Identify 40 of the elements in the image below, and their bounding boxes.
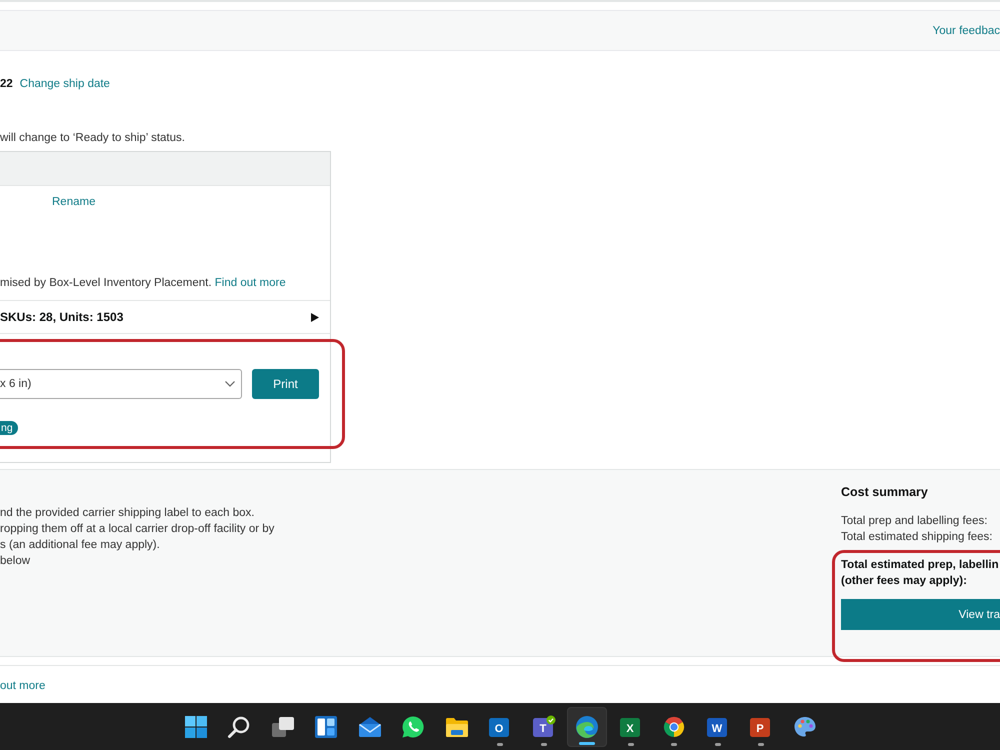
search-icon: [227, 714, 251, 738]
ship-date-text: 22: [0, 77, 13, 92]
letter-tile-icon: T: [532, 714, 556, 738]
label-size-select[interactable]: x 6 in): [0, 369, 242, 399]
contents-summary-text: SKUs: 28, Units: 1503: [0, 309, 124, 325]
find-out-more-link[interactable]: out more: [0, 680, 46, 692]
find-out-more-link[interactable]: Find out more: [214, 277, 286, 289]
instruction-text: ropping them off at a local carrier drop-off facility or by: [0, 522, 274, 537]
fee-label: Total prep and labelling fees:: [841, 514, 988, 529]
taskbar-button[interactable]: X: [610, 706, 650, 746]
panels-icon: [314, 714, 338, 738]
placement-note-text: mised by Box-Level Inventory Placement. Find out more: [0, 276, 286, 291]
taskbar-button[interactable]: T: [524, 706, 564, 746]
taskbar-button[interactable]: O: [480, 706, 520, 746]
taskbar-button[interactable]: [567, 706, 607, 746]
fees-note-text: (other fees may apply):: [841, 574, 967, 589]
chevron-down-icon: [225, 381, 235, 387]
taskbar-button[interactable]: W: [698, 706, 738, 746]
tricolor-circle-icon: [662, 714, 686, 738]
view-button[interactable]: View tra: [841, 599, 1000, 630]
overlapping-windows-icon: [270, 714, 294, 738]
print-button[interactable]: Print: [252, 369, 319, 399]
change-date-link[interactable]: Change ship date: [20, 76, 110, 92]
instruction-text: nd the provided carrier shipping label to each box.: [0, 506, 254, 521]
phone-bubble-icon: [401, 714, 425, 738]
rename-link[interactable]: Rename: [52, 196, 96, 208]
status-badge: ng: [0, 421, 18, 435]
total-fees-label: Total estimated prep, labellin: [841, 558, 999, 573]
instruction-text: below: [0, 554, 30, 569]
envelope-icon: [358, 714, 382, 738]
palette-icon: [792, 714, 816, 738]
fee-label: Total estimated shipping fees:: [841, 530, 993, 545]
instruction-text: s (an additional fee may apply).: [0, 538, 160, 553]
swirl-icon: [575, 714, 599, 738]
caret-icon[interactable]: [311, 312, 319, 322]
feedback-link[interactable]: Your feedbac: [932, 22, 1000, 38]
cost-summary-title: Cost summary: [841, 484, 929, 500]
four-squares-icon: [184, 714, 208, 738]
taskbar-button[interactable]: P: [741, 706, 781, 746]
status-note-text: will change to ‘Ready to ship’ status.: [0, 131, 185, 146]
